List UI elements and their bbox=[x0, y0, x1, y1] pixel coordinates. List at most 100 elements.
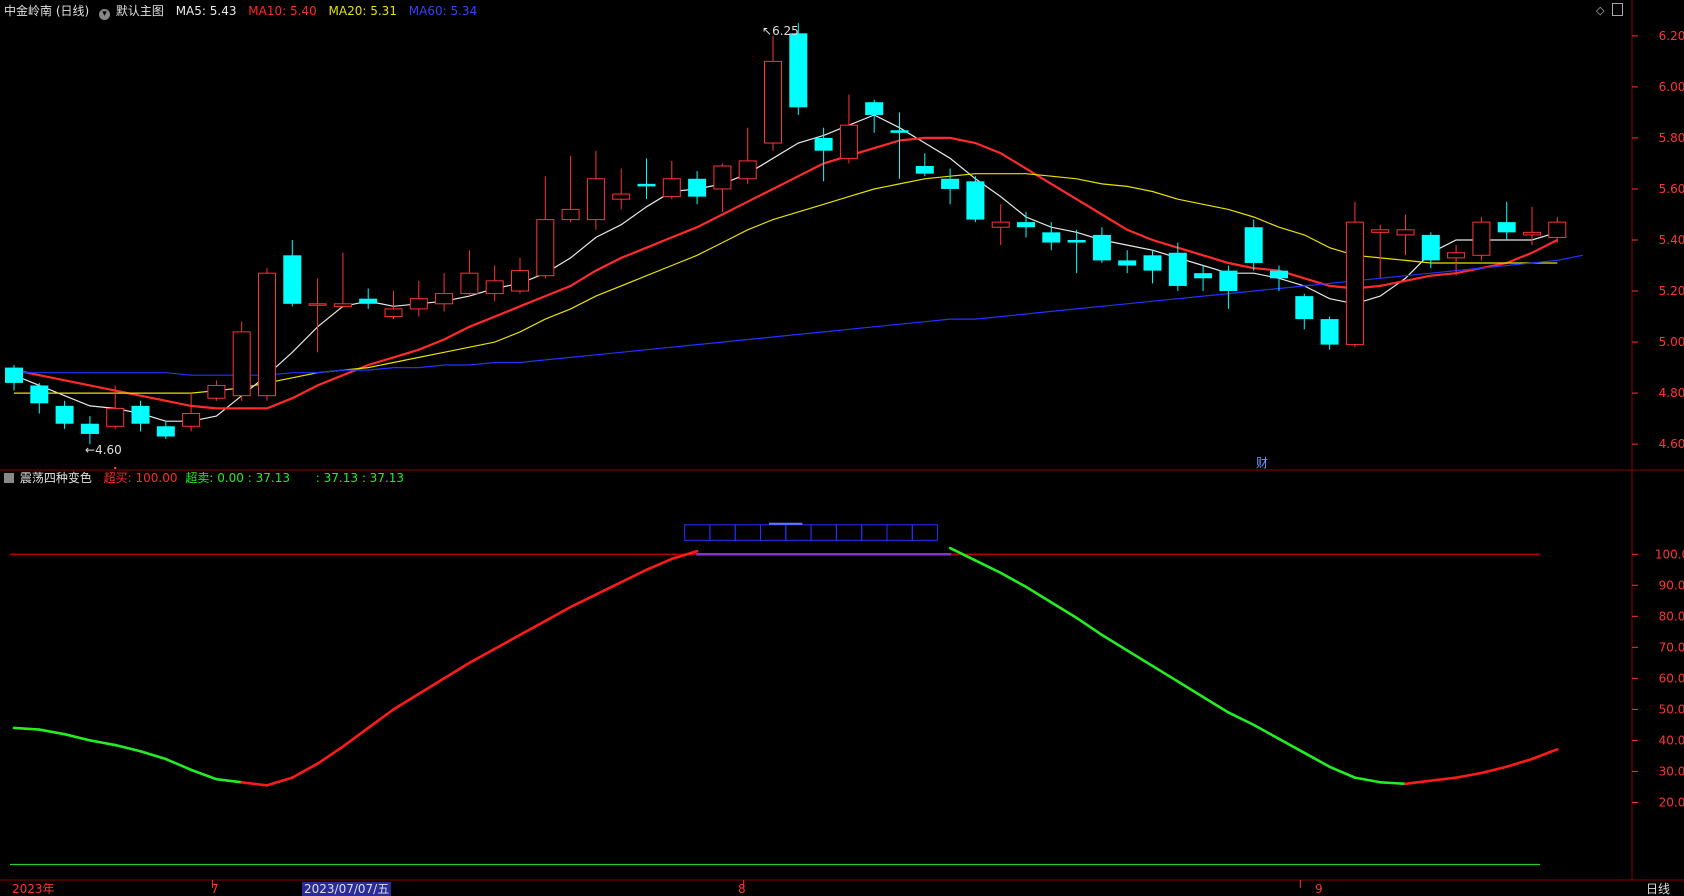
candle-body bbox=[789, 33, 808, 108]
candle-body bbox=[1092, 234, 1111, 261]
candle bbox=[232, 321, 251, 401]
osc-tick-label: 30.0 bbox=[1659, 764, 1684, 778]
candle bbox=[435, 273, 454, 312]
candle bbox=[1092, 227, 1111, 263]
candle-body bbox=[1295, 296, 1314, 320]
candle bbox=[55, 400, 74, 429]
osc-segment bbox=[341, 726, 370, 748]
candle-body bbox=[333, 303, 352, 307]
overbought-box bbox=[734, 524, 762, 541]
stock-chart[interactable]: 4.60 4.80 5.00 5.20 5.40 5.60 5.80 6.00 6.20 20.0… bbox=[0, 0, 1684, 896]
osc-segment bbox=[645, 557, 674, 572]
overbought-box bbox=[709, 524, 736, 541]
candle bbox=[814, 127, 833, 182]
candle bbox=[561, 155, 580, 223]
osc-segment bbox=[265, 776, 294, 787]
osc-segment bbox=[37, 728, 66, 736]
osc-segment bbox=[1328, 765, 1357, 779]
candle bbox=[713, 163, 732, 212]
candle bbox=[80, 416, 99, 445]
candle bbox=[283, 240, 302, 307]
candle bbox=[764, 35, 782, 151]
candle bbox=[308, 278, 327, 353]
candle-body bbox=[612, 193, 631, 200]
candle bbox=[612, 168, 631, 210]
candle-body bbox=[1270, 270, 1288, 279]
candle-body bbox=[536, 219, 555, 277]
osc-segment bbox=[1429, 776, 1458, 783]
sidebar-toggle-icon[interactable] bbox=[1612, 3, 1623, 16]
candle bbox=[1017, 211, 1035, 238]
osc-segment bbox=[1024, 585, 1053, 604]
osc-segment bbox=[113, 743, 142, 753]
osc-segment bbox=[999, 571, 1028, 589]
osc-segment bbox=[619, 568, 648, 584]
osc-segment bbox=[1480, 765, 1508, 775]
osc-segment bbox=[1125, 649, 1154, 668]
oscillator bbox=[10, 522, 1559, 866]
osc-segment bbox=[1404, 779, 1433, 786]
candle-body bbox=[1447, 252, 1466, 259]
osc-segment bbox=[1505, 757, 1534, 769]
candle bbox=[966, 176, 985, 223]
candle bbox=[1396, 214, 1415, 256]
osc-segment bbox=[1303, 751, 1331, 769]
price-tick-label: 5.00 bbox=[1659, 335, 1684, 349]
osc-segment bbox=[543, 605, 572, 623]
osc-segment bbox=[88, 739, 117, 747]
osc-segment bbox=[468, 647, 497, 665]
candle bbox=[890, 112, 909, 179]
candle-body bbox=[637, 183, 656, 187]
period-button[interactable]: 日线 bbox=[1646, 882, 1670, 896]
candle bbox=[865, 99, 884, 133]
candle bbox=[30, 382, 49, 414]
osc-tick-label: 50.0 bbox=[1659, 702, 1684, 716]
x-axis-label-year: 2023年 bbox=[12, 882, 55, 896]
osc-segment bbox=[1201, 695, 1230, 714]
candle-body bbox=[1345, 221, 1364, 346]
stock-title[interactable]: 中金岭南 (日线) bbox=[4, 4, 89, 18]
candle bbox=[1143, 250, 1162, 284]
candle bbox=[941, 168, 960, 205]
osc-segment bbox=[392, 692, 421, 711]
candle bbox=[1345, 201, 1364, 348]
price-tick-label: 6.20 bbox=[1659, 29, 1684, 43]
osc-tick-label: 80.0 bbox=[1659, 609, 1684, 623]
osc-segment bbox=[1454, 771, 1483, 779]
finance-marker[interactable]: 财 bbox=[1256, 456, 1268, 470]
candle-body bbox=[1523, 231, 1541, 236]
candle-body bbox=[435, 293, 454, 305]
osc-segment bbox=[1227, 711, 1255, 727]
candle bbox=[1548, 217, 1567, 243]
candle bbox=[536, 176, 555, 279]
indicator-name[interactable]: 震荡四种变色 bbox=[20, 471, 92, 485]
candle-body bbox=[1244, 227, 1263, 263]
osc-tick-label: 20.0 bbox=[1659, 795, 1684, 809]
candle-body bbox=[5, 367, 23, 383]
osc-segment bbox=[12, 726, 41, 731]
candle-body bbox=[713, 165, 732, 190]
candle bbox=[1194, 265, 1213, 292]
candlesticks bbox=[5, 23, 1567, 445]
candle bbox=[409, 280, 428, 317]
price-tick-label: 5.80 bbox=[1659, 131, 1684, 145]
candle-body bbox=[1396, 229, 1415, 236]
candle-body bbox=[131, 405, 150, 424]
candle-body bbox=[1067, 240, 1086, 243]
price-tick-label: 5.20 bbox=[1659, 284, 1684, 298]
osc-segment bbox=[366, 708, 395, 730]
candle-body bbox=[258, 272, 276, 397]
price-tick-label: 6.00 bbox=[1659, 80, 1684, 94]
candle-body bbox=[409, 298, 428, 310]
candle-body bbox=[915, 166, 934, 174]
osc-segment bbox=[1050, 601, 1078, 620]
x-axis-label-month-9: 9 bbox=[1315, 882, 1323, 896]
indicator-menu-icon[interactable] bbox=[4, 473, 14, 483]
osc-segment bbox=[670, 549, 699, 561]
osc-segment bbox=[1176, 680, 1205, 699]
diamond-icon[interactable]: ◇ bbox=[1596, 4, 1604, 17]
candle bbox=[1244, 219, 1263, 271]
candle bbox=[131, 400, 150, 432]
chart-menu-label[interactable]: 默认主图 bbox=[116, 4, 164, 18]
chart-menu-icon[interactable]: ▾ bbox=[99, 9, 111, 20]
